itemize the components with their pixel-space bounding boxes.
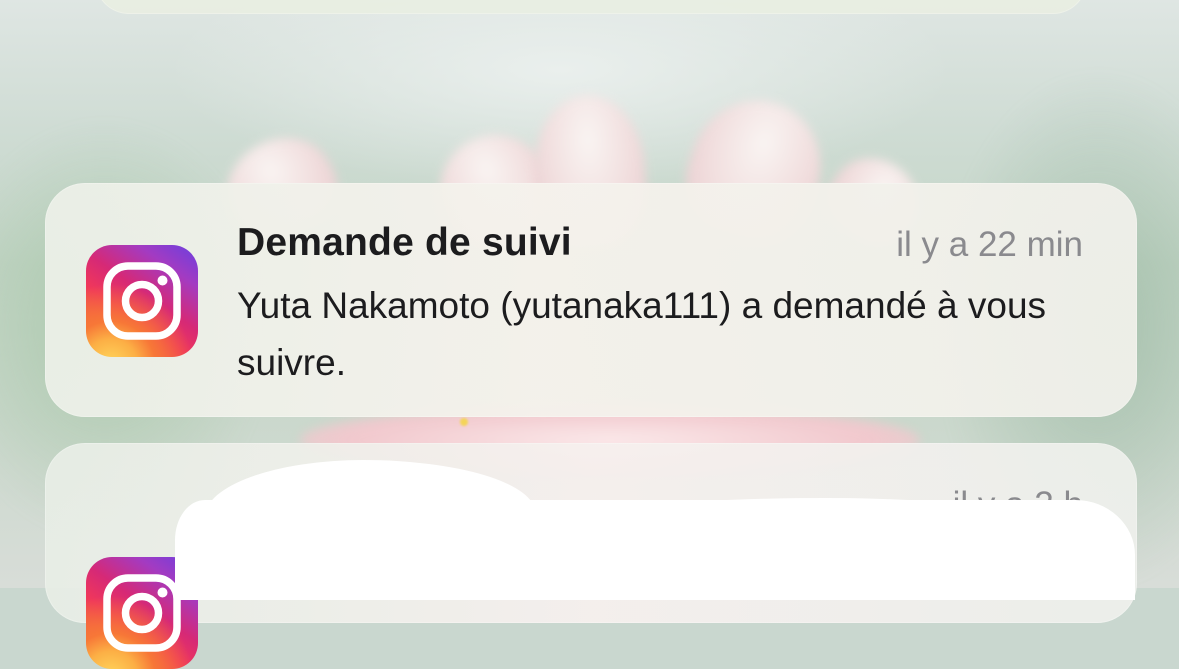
notification-body: Yuta Nakamoto (yutanaka111) a demandé à … — [237, 285, 1047, 383]
notification-timestamp: il y a 22 min — [896, 225, 1083, 264]
notification-card-previous[interactable] — [95, 0, 1087, 14]
wallpaper-stamen — [460, 418, 468, 426]
instagram-icon — [86, 245, 198, 357]
notification-card[interactable]: Demande de suivi il y a 22 min Yuta Naka… — [45, 183, 1137, 417]
notification-title: Demande de suivi — [237, 221, 572, 264]
